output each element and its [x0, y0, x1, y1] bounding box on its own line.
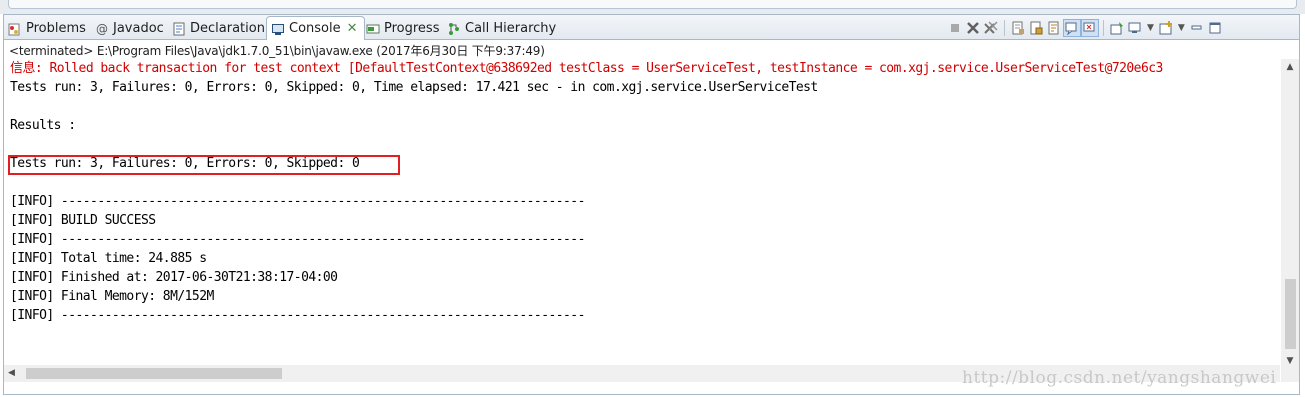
launch-description: <terminated> E:\Program Files\Java\jdk1.…	[9, 44, 545, 58]
tab-label: Problems	[26, 21, 86, 36]
remove-launch-icon[interactable]	[965, 20, 981, 36]
close-icon[interactable]: ✕	[347, 21, 358, 36]
scroll-left-arrow-icon[interactable]: ◀	[8, 365, 15, 382]
vertical-scrollbar[interactable]: ▲ ▼	[1281, 59, 1299, 369]
chevron-down-icon[interactable]: ▼	[1147, 23, 1154, 33]
console-line: [INFO] ---------------------------------…	[10, 232, 585, 247]
show-on-stdout-icon[interactable]	[1063, 19, 1081, 37]
tab-label: Console	[289, 21, 341, 36]
remove-all-terminated-icon[interactable]	[983, 20, 999, 36]
tab-label: Call Hierarchy	[465, 21, 557, 36]
display-selected-console-icon[interactable]	[1127, 20, 1143, 36]
clear-console-icon[interactable]	[1010, 20, 1026, 36]
open-console-icon[interactable]	[1158, 20, 1174, 36]
call-hierarchy-icon	[447, 22, 461, 36]
tab-declaration[interactable]: Declaration	[172, 18, 265, 39]
console-line: [INFO] Finished at: 2017-06-30T21:38:17-…	[10, 270, 338, 285]
javadoc-at-icon: @	[96, 21, 108, 36]
show-on-stderr-icon[interactable]	[1081, 19, 1099, 37]
console-toolbar: ▼ ▼	[946, 19, 1224, 37]
toolbar-separator	[1004, 20, 1005, 36]
view-tab-bar: Problems @ Javadoc Declaration Console ✕…	[4, 15, 1299, 40]
tab-label: Javadoc	[113, 21, 164, 36]
console-view-frame: Problems @ Javadoc Declaration Console ✕…	[3, 14, 1300, 395]
minimize-icon[interactable]	[1189, 20, 1205, 36]
scroll-up-arrow-icon[interactable]: ▲	[1281, 59, 1299, 75]
editor-area-edge	[0, 0, 1305, 14]
console-line: [INFO] Total time: 24.885 s	[10, 251, 207, 266]
console-line: Tests run: 3, Failures: 0, Errors: 0, Sk…	[10, 80, 818, 95]
tab-label: Declaration	[190, 21, 265, 36]
console-line: Results :	[10, 118, 76, 133]
scroll-lock-icon[interactable]	[1028, 20, 1044, 36]
tab-label: Progress	[384, 21, 440, 36]
editor-area-border	[8, 0, 1297, 9]
toolbar-separator	[1103, 20, 1104, 36]
highlight-box	[8, 155, 400, 175]
tab-progress[interactable]: Progress	[366, 18, 439, 39]
console-icon	[271, 22, 285, 36]
problems-icon	[8, 22, 22, 36]
console-line: [INFO] ---------------------------------…	[10, 308, 585, 323]
tab-problems[interactable]: Problems	[8, 18, 86, 39]
console-line: [INFO] BUILD SUCCESS	[10, 213, 156, 228]
terminate-icon[interactable]	[947, 20, 963, 36]
maximize-icon[interactable]	[1207, 20, 1223, 36]
scrollbar-corner	[1281, 369, 1299, 382]
horizontal-scroll-thumb[interactable]	[26, 368, 282, 379]
pin-console-icon[interactable]	[1109, 20, 1125, 36]
console-line: [INFO] Final Memory: 8M/152M	[10, 289, 214, 304]
scroll-down-arrow-icon[interactable]: ▼	[1281, 353, 1299, 369]
chevron-down-icon[interactable]: ▼	[1178, 23, 1185, 33]
watermark: http://blog.csdn.net/yangshangwei	[962, 368, 1277, 388]
tab-javadoc[interactable]: @ Javadoc	[95, 18, 164, 39]
progress-icon	[366, 22, 380, 36]
console-output[interactable]: 信息: Rolled back transaction for test con…	[4, 59, 1280, 369]
vertical-scroll-thumb[interactable]	[1285, 279, 1296, 349]
declaration-icon	[172, 22, 186, 36]
word-wrap-icon[interactable]	[1046, 20, 1062, 36]
console-line: 信息: Rolled back transaction for test con…	[10, 61, 1163, 76]
tab-call-hierarchy[interactable]: Call Hierarchy	[447, 18, 556, 39]
console-line: [INFO] ---------------------------------…	[10, 194, 585, 209]
tab-console[interactable]: Console ✕	[266, 16, 365, 40]
